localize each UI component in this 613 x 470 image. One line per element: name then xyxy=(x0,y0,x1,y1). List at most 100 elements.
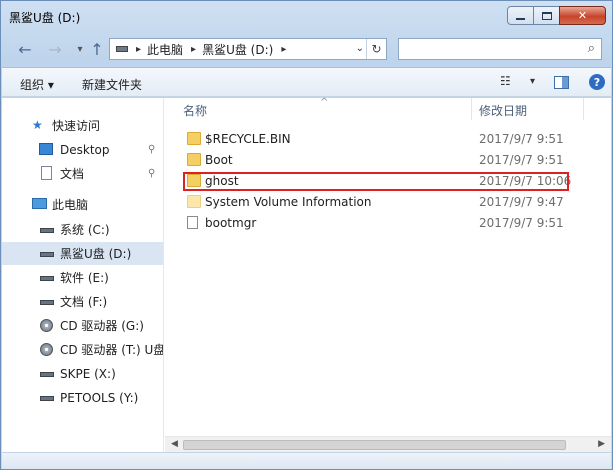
organize-button[interactable]: 组织 ▾ xyxy=(20,76,54,93)
file-date: 2017/9/7 9:51 xyxy=(479,153,564,167)
file-name: $RECYCLE.BIN xyxy=(205,132,291,146)
window-title: 黑鲨U盘 (D:) xyxy=(9,11,81,25)
file-name: Boot xyxy=(205,153,233,167)
nav-documents[interactable]: 文档 ⚲ xyxy=(2,162,163,185)
caption-buttons: ✕ xyxy=(507,6,606,25)
folder-icon xyxy=(187,195,201,208)
scroll-left-icon[interactable]: ◀ xyxy=(171,439,178,449)
drive-icon xyxy=(40,276,54,281)
nav-drive-d[interactable]: 黑鲨U盘 (D:) xyxy=(2,242,163,265)
navigation-pane: ★ 快速访问 Desktop ⚲ 文档 ⚲ 此电脑 系统 (C:) 黑鲨U盘 (… xyxy=(2,98,164,452)
view-options-icon[interactable]: ☷ xyxy=(500,74,511,88)
file-row-boot[interactable]: Boot 2017/9/7 9:51 xyxy=(165,150,611,171)
file-row-bootmgr[interactable]: bootmgr 2017/9/7 9:51 xyxy=(165,213,611,234)
title-bar[interactable]: 黑鲨U盘 (D:) ✕ xyxy=(1,1,612,31)
content-area: ★ 快速访问 Desktop ⚲ 文档 ⚲ 此电脑 系统 (C:) 黑鲨U盘 (… xyxy=(2,97,611,452)
scroll-right-icon[interactable]: ▶ xyxy=(598,439,605,449)
file-row-recycle-bin[interactable]: $RECYCLE.BIN 2017/9/7 9:51 xyxy=(165,129,611,150)
nav-label: 系统 (C:) xyxy=(60,223,110,237)
nav-this-pc[interactable]: 此电脑 xyxy=(2,193,163,216)
nav-label: CD 驱动器 (T:) U盘 xyxy=(60,343,164,357)
file-date: 2017/9/7 9:51 xyxy=(479,132,564,146)
nav-drive-y[interactable]: PETOOLS (Y:) xyxy=(2,386,163,409)
nav-drive-g[interactable]: CD 驱动器 (G:) xyxy=(2,314,163,337)
nav-drive-x[interactable]: SKPE (X:) xyxy=(2,362,163,385)
highlight-box xyxy=(183,172,569,191)
minimize-icon xyxy=(516,17,525,20)
maximize-icon xyxy=(541,11,552,20)
nav-label: CD 驱动器 (G:) xyxy=(60,319,144,333)
nav-label: SKPE (X:) xyxy=(60,366,116,381)
close-button[interactable]: ✕ xyxy=(559,6,606,25)
nav-drive-t[interactable]: CD 驱动器 (T:) U盘 xyxy=(2,338,163,361)
sort-ascending-icon: ^ xyxy=(320,97,329,108)
drive-icon xyxy=(40,372,54,377)
cd-drive-icon xyxy=(40,343,53,356)
nav-label: 此电脑 xyxy=(52,198,89,212)
nav-label: 快速访问 xyxy=(52,119,101,133)
help-icon[interactable]: ? xyxy=(589,74,605,90)
explorer-window: 黑鲨U盘 (D:) ✕ ← → ▾ ↑ ▸ 此电脑 ▸ 黑鲨U盘 (D:) ▸ … xyxy=(0,0,613,470)
desktop-icon xyxy=(39,143,53,155)
folder-icon xyxy=(187,153,201,166)
minimize-button[interactable] xyxy=(507,6,534,25)
chevron-right-icon: ▸ xyxy=(281,43,287,55)
nav-drive-e[interactable]: 软件 (E:) xyxy=(2,266,163,289)
chevron-right-icon: ▸ xyxy=(136,43,142,55)
maximize-button[interactable] xyxy=(533,6,560,25)
star-icon: ★ xyxy=(32,118,43,132)
pin-icon[interactable]: ⚲ xyxy=(148,168,155,179)
column-modified[interactable]: 修改日期 xyxy=(479,102,527,119)
search-input[interactable]: ⌕ xyxy=(398,38,602,60)
address-bar[interactable]: ▸ 此电脑 ▸ 黑鲨U盘 (D:) ▸ ⌄ ↻ xyxy=(109,38,387,60)
file-date: 2017/9/7 9:51 xyxy=(479,216,564,230)
folder-icon xyxy=(187,132,201,145)
file-name: bootmgr xyxy=(205,216,257,230)
drive-icon xyxy=(40,300,54,305)
up-arrow-icon[interactable]: ↑ xyxy=(87,39,107,59)
nav-quick-access[interactable]: ★ 快速访问 xyxy=(2,114,163,137)
file-row-system-volume-information[interactable]: System Volume Information 2017/9/7 9:47 xyxy=(165,192,611,213)
view-dropdown-icon[interactable]: ▾ xyxy=(530,76,535,87)
column-divider[interactable] xyxy=(471,98,472,120)
file-date: 2017/9/7 9:47 xyxy=(479,195,564,209)
column-divider[interactable] xyxy=(583,98,584,120)
drive-icon xyxy=(40,252,54,257)
nav-label: 文档 xyxy=(60,167,85,181)
status-bar xyxy=(2,452,611,469)
forward-arrow-icon[interactable]: → xyxy=(45,39,65,59)
nav-label: Desktop xyxy=(60,142,110,157)
nav-label: 黑鲨U盘 (D:) xyxy=(60,247,132,261)
document-icon xyxy=(41,166,52,180)
breadcrumb-drive[interactable]: 黑鲨U盘 (D:) xyxy=(202,41,273,58)
address-row: ← → ▾ ↑ ▸ 此电脑 ▸ 黑鲨U盘 (D:) ▸ ⌄ ↻ ⌕ xyxy=(1,35,612,63)
horizontal-scrollbar[interactable]: ◀ ▶ xyxy=(165,436,611,452)
refresh-icon[interactable]: ↻ xyxy=(366,39,386,59)
file-list: ^ 名称 修改日期 $RECYCLE.BIN 2017/9/7 9:51 Boo… xyxy=(165,97,611,452)
column-header-row: ^ 名称 修改日期 xyxy=(165,97,611,120)
preview-pane-icon[interactable] xyxy=(554,76,569,89)
nav-label: 文档 (F:) xyxy=(60,295,108,309)
command-bar: 组织 ▾ 新建文件夹 ☷ ▾ ? xyxy=(2,67,611,97)
close-icon: ✕ xyxy=(577,9,588,22)
address-dropdown-icon[interactable]: ⌄ xyxy=(356,43,364,54)
back-arrow-icon[interactable]: ← xyxy=(15,39,35,59)
drive-icon xyxy=(116,46,128,52)
breadcrumb-this-pc[interactable]: 此电脑 xyxy=(147,41,183,58)
nav-drive-f[interactable]: 文档 (F:) xyxy=(2,290,163,313)
nav-drive-c[interactable]: 系统 (C:) xyxy=(2,218,163,241)
pin-icon[interactable]: ⚲ xyxy=(148,144,155,155)
column-name[interactable]: 名称 xyxy=(183,102,207,119)
file-name: System Volume Information xyxy=(205,195,372,209)
new-folder-button[interactable]: 新建文件夹 xyxy=(82,76,142,93)
computer-icon xyxy=(32,198,47,209)
nav-desktop[interactable]: Desktop ⚲ xyxy=(2,138,163,161)
scrollbar-thumb[interactable] xyxy=(183,440,566,450)
nav-label: 软件 (E:) xyxy=(60,271,109,285)
nav-label: PETOOLS (Y:) xyxy=(60,390,139,405)
file-icon xyxy=(187,216,198,229)
search-icon: ⌕ xyxy=(587,41,595,56)
chevron-right-icon: ▸ xyxy=(191,43,197,55)
drive-icon xyxy=(40,228,54,233)
drive-icon xyxy=(40,396,54,401)
